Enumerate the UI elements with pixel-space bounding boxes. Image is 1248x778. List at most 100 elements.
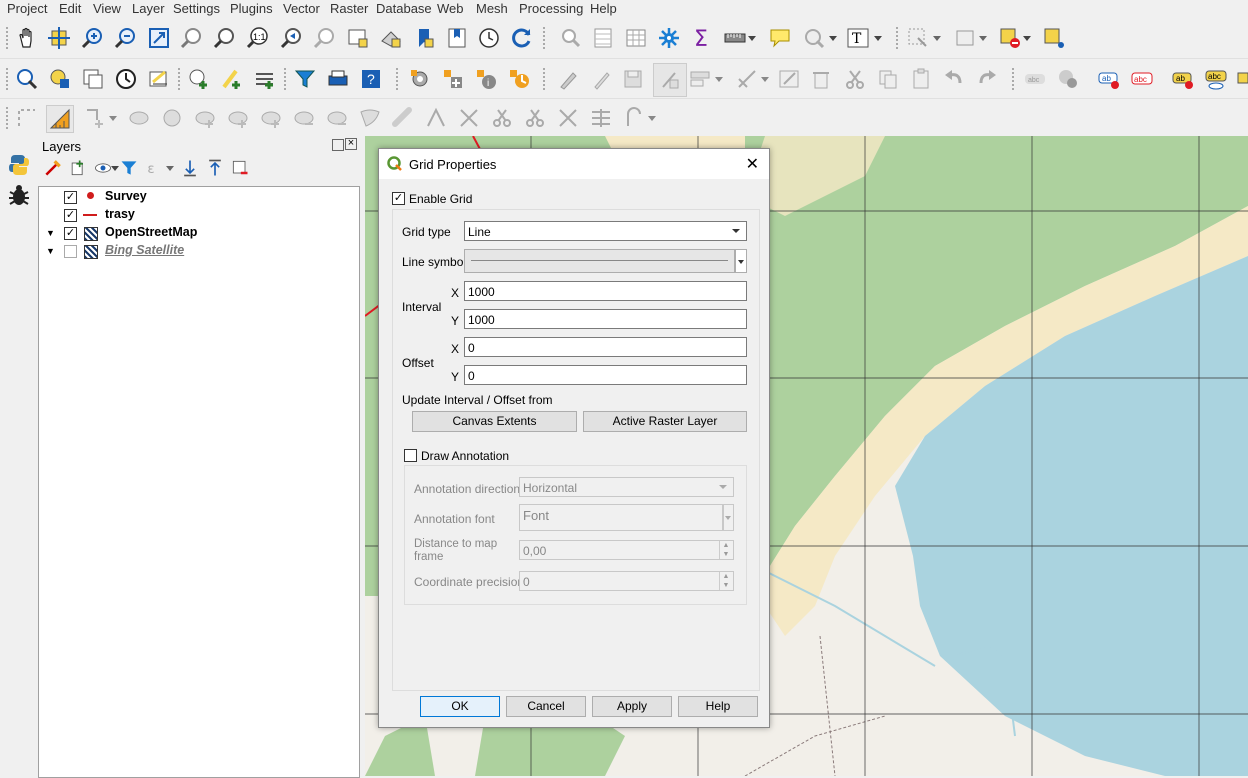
collapse-all-icon[interactable] (205, 158, 225, 178)
new-map-view-icon[interactable] (345, 25, 371, 51)
current-edits-icon[interactable] (556, 66, 582, 92)
delete-selected-icon[interactable] (808, 66, 834, 92)
menu-help[interactable]: Help (590, 1, 617, 16)
toolbar-grip[interactable] (543, 68, 549, 90)
label-more-icon[interactable] (1236, 66, 1248, 92)
new-print-layout-icon[interactable] (80, 66, 106, 92)
style-panel-icon[interactable] (43, 158, 63, 178)
add-feature-icon[interactable] (687, 66, 713, 92)
new-shapefile-icon[interactable] (219, 66, 245, 92)
menu-database[interactable]: Database (376, 1, 432, 16)
active-raster-layer-button[interactable]: Active Raster Layer (583, 411, 747, 432)
spin-arrows-icon[interactable]: ▲ ▼ (719, 541, 732, 559)
shape-digitizing-icon[interactable] (621, 105, 647, 131)
menu-vector[interactable]: Vector (283, 1, 320, 16)
redo-icon[interactable] (974, 66, 1000, 92)
chevron-down-icon[interactable] (645, 105, 659, 131)
offset-y-input[interactable]: 0 (464, 365, 747, 385)
chevron-down-icon[interactable] (930, 25, 944, 51)
advanced-digitizing-icon[interactable] (46, 105, 74, 133)
processing-toolbox-icon[interactable] (407, 66, 433, 92)
print-icon[interactable] (325, 66, 351, 92)
distance-spinbox[interactable]: 0,00 ▲ ▼ (519, 540, 734, 560)
zoom-in-icon[interactable] (80, 25, 106, 51)
ok-button[interactable]: OK (420, 696, 500, 717)
line-symbol-button[interactable] (464, 249, 735, 273)
menu-plugins[interactable]: Plugins (230, 1, 273, 16)
label-pin-yellow-icon[interactable]: ab (1170, 66, 1196, 92)
menu-settings[interactable]: Settings (173, 1, 220, 16)
layer-row-openstreetmap[interactable]: ▼ ✓ OpenStreetMap (39, 224, 359, 242)
spin-arrows-icon[interactable]: ▲ ▼ (719, 572, 732, 590)
layer-visibility-checkbox[interactable]: ✓ (64, 227, 77, 240)
filter-expression-icon[interactable]: ε (144, 158, 164, 178)
sum-icon[interactable]: Σ (689, 25, 715, 51)
history-icon[interactable]: i (473, 66, 499, 92)
pan-to-selection-icon[interactable] (46, 25, 72, 51)
label-highlight-icon[interactable]: abc (1129, 66, 1155, 92)
clock-icon[interactable] (113, 66, 139, 92)
toolbar-grip[interactable] (6, 68, 12, 90)
reshape-icon[interactable] (126, 105, 152, 131)
pan-icon[interactable] (14, 25, 40, 51)
grid-type-select[interactable]: Line (464, 221, 747, 241)
annotation-font-button[interactable]: Font (519, 504, 723, 531)
refresh-icon[interactable] (509, 25, 535, 51)
add-part-icon[interactable] (225, 105, 251, 131)
offset-curve-icon[interactable] (159, 105, 185, 131)
decorations-icon[interactable] (801, 25, 827, 51)
toolbar-grip[interactable] (6, 107, 12, 129)
new-bookmark-icon[interactable] (411, 25, 437, 51)
toolbar-grip[interactable] (284, 68, 290, 90)
layer-visibility-checkbox[interactable]: ✓ (64, 191, 77, 204)
show-bookmarks-icon[interactable] (444, 25, 470, 51)
menu-mesh[interactable]: Mesh (476, 1, 508, 16)
rotate-feature-icon[interactable] (390, 105, 416, 131)
split-parts-scissors-icon[interactable] (522, 105, 548, 131)
help-contents-icon[interactable]: ? (358, 66, 384, 92)
split-features-icon[interactable] (489, 105, 515, 131)
cancel-button[interactable]: Cancel (506, 696, 586, 717)
menu-processing[interactable]: Processing (519, 1, 583, 16)
results-viewer-icon[interactable] (506, 66, 532, 92)
annotation-font-dropdown[interactable] (723, 504, 734, 531)
digitize-icon[interactable] (14, 105, 40, 131)
menu-web[interactable]: Web (437, 1, 464, 16)
label-tool-icon[interactable]: abc (1022, 66, 1048, 92)
map-tips-icon[interactable] (767, 25, 793, 51)
zoom-full-icon[interactable] (146, 25, 172, 51)
menu-raster[interactable]: Raster (330, 1, 368, 16)
new-temp-layer-icon[interactable] (252, 66, 278, 92)
data-source-manager-icon[interactable] (14, 66, 40, 92)
python-console-icon[interactable] (6, 152, 32, 178)
zoom-native-icon[interactable]: 1:1 (245, 25, 271, 51)
filter-legend-icon[interactable] (119, 158, 139, 178)
graphical-modeler-icon[interactable] (440, 66, 466, 92)
layer-visibility-checkbox[interactable]: ✓ (64, 209, 77, 222)
zoom-to-selection-icon[interactable] (179, 25, 205, 51)
new-vector-layer-icon[interactable] (186, 66, 212, 92)
delete-part-icon[interactable] (291, 105, 317, 131)
select-features-icon[interactable] (905, 25, 931, 51)
annotation-direction-select[interactable]: Horizontal (519, 477, 734, 497)
coordinate-precision-spinbox[interactable]: 0 ▲ ▼ (519, 571, 734, 591)
vertex-tool-icon[interactable] (734, 66, 760, 92)
chevron-down-icon[interactable] (758, 66, 772, 92)
digitize-with-segment-icon[interactable] (653, 63, 687, 97)
expand-arrow-icon[interactable]: ▼ (46, 246, 55, 256)
remove-layer-icon[interactable] (230, 158, 250, 178)
menu-layer[interactable]: Layer (132, 1, 165, 16)
chevron-down-icon[interactable] (106, 105, 120, 131)
fill-ring-icon[interactable] (192, 105, 218, 131)
new-geopackage-icon[interactable] (47, 66, 73, 92)
identify-icon[interactable] (557, 25, 583, 51)
save-edits-icon[interactable] (620, 66, 646, 92)
settings-gear-icon[interactable] (656, 25, 682, 51)
filter-icon[interactable] (292, 66, 318, 92)
text-annotation-icon[interactable]: T (845, 25, 871, 51)
select-by-value-icon[interactable] (952, 25, 978, 51)
chevron-down-icon[interactable] (826, 25, 840, 51)
interval-y-input[interactable]: 1000 (464, 309, 747, 329)
open-attribute-table-icon[interactable] (590, 25, 616, 51)
line-symbol-dropdown[interactable] (735, 249, 747, 273)
